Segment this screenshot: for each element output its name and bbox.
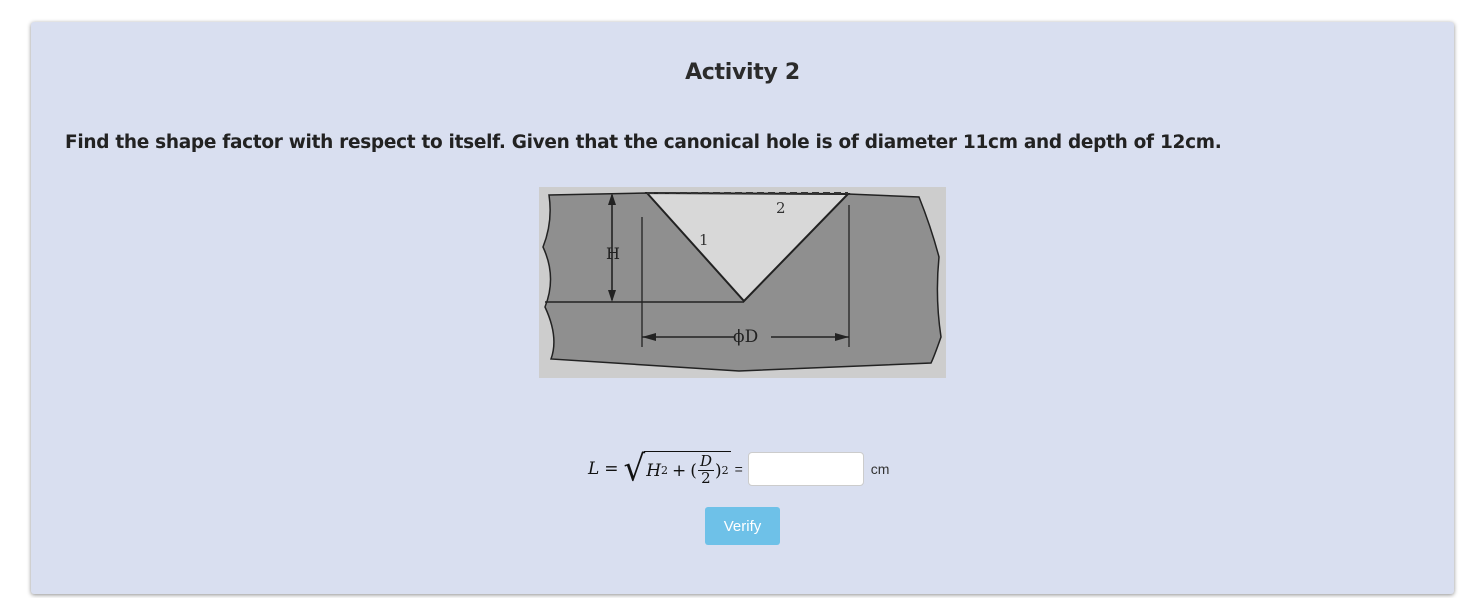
fraction-denominator: 2: [701, 469, 711, 487]
verify-button[interactable]: Verify: [705, 507, 780, 545]
activity-card: Activity 2 Find the shape factor with re…: [31, 22, 1454, 594]
radical-icon: √: [623, 448, 646, 490]
result-equals: =: [734, 461, 743, 477]
label-d: ϕD: [733, 327, 758, 347]
unit-label: cm: [870, 461, 890, 477]
square-root: √ H2 + ( D 2 ) 2: [624, 451, 731, 487]
formula-h: H: [646, 460, 662, 481]
formula-lhs: L: [588, 459, 600, 479]
conical-hole-diagram: H ϕD 1 2: [539, 187, 946, 378]
formula-plus: +: [672, 460, 687, 481]
open-paren: (: [690, 460, 697, 481]
conical-hole-figure: H ϕD 1 2: [539, 187, 946, 378]
h-exponent: 2: [661, 464, 669, 477]
question-text: Find the shape factor with respect to it…: [65, 132, 1222, 153]
label-2: 2: [776, 199, 786, 217]
formula-equals: =: [604, 459, 619, 479]
paren-exponent: 2: [721, 464, 729, 477]
answer-input[interactable]: [747, 452, 864, 486]
radicand: H2 + ( D 2 ) 2: [644, 451, 731, 487]
length-formula: L = √ H2 + ( D 2 ) 2: [588, 451, 731, 487]
formula-row: L = √ H2 + ( D 2 ) 2 = cm: [588, 450, 889, 488]
label-h: H: [606, 244, 620, 263]
label-1: 1: [699, 231, 709, 249]
d-over-2-fraction: D 2: [697, 453, 714, 487]
close-paren: ): [714, 460, 722, 481]
activity-title: Activity 2: [685, 60, 800, 85]
